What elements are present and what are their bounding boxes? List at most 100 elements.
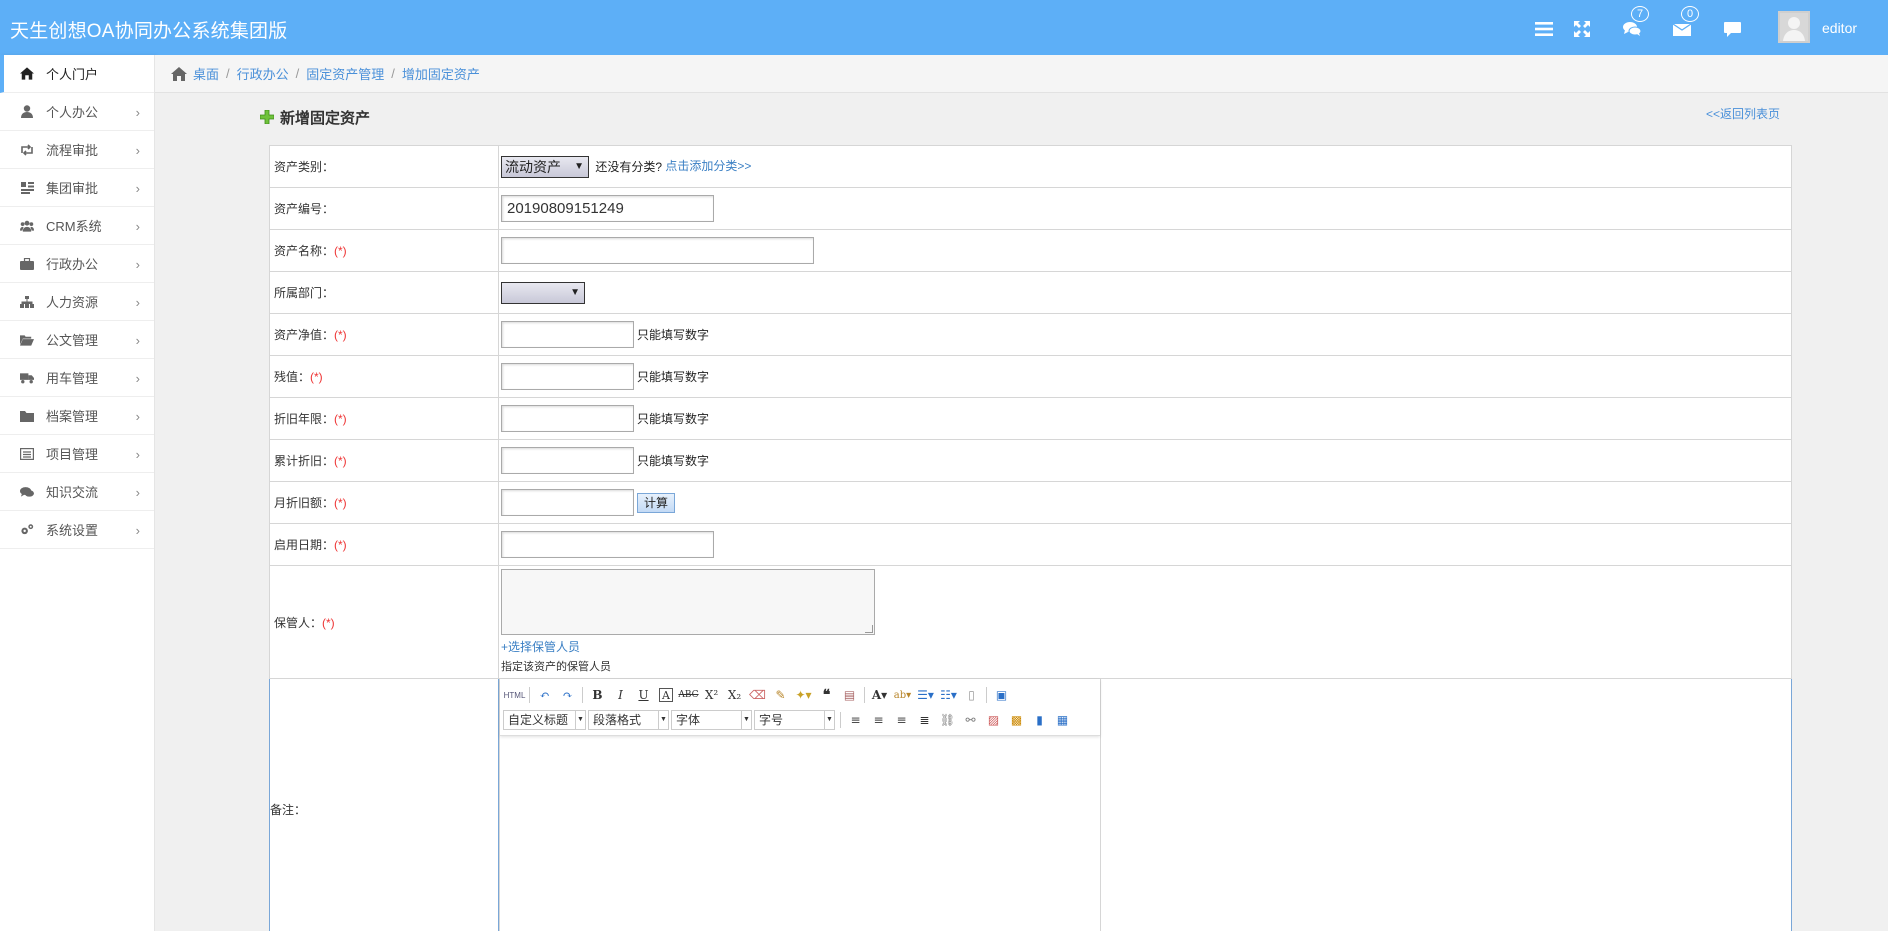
breadcrumb-desktop[interactable]: 桌面 — [193, 64, 219, 83]
font-border-icon[interactable]: A — [659, 688, 673, 702]
new-document-icon[interactable]: ▯ — [960, 685, 983, 705]
breadcrumb-fixed-assets[interactable]: 固定资产管理 — [306, 64, 384, 83]
sidebar-item-13[interactable]: 系统设置 › — [0, 511, 154, 549]
bold-icon[interactable]: B — [586, 685, 609, 705]
unlink-icon[interactable]: ⚯ — [959, 710, 982, 730]
strikethrough-icon[interactable]: ABC — [677, 685, 700, 705]
html-source-icon[interactable]: HTML — [503, 685, 526, 705]
unordered-list-icon[interactable]: ☷▾ — [937, 685, 960, 705]
truck-icon — [20, 371, 34, 385]
back-to-list-link[interactable]: <<返回列表页 — [1706, 105, 1780, 122]
sidebar-item-8[interactable]: 公文管理 › — [0, 321, 154, 359]
form-row-category: 资产类别： 流动资产 ▼ 还没有分类? 点击添加分类>> — [269, 145, 1792, 188]
rich-text-editor[interactable]: HTML ↶ ↷ B I U A ABC X² X₂ ⌫ ✎ ✦▾ ❝ ▤ A▾… — [499, 679, 1101, 931]
keeper-textarea[interactable] — [501, 569, 875, 635]
highlight-color-icon[interactable]: ab▾ — [891, 685, 914, 705]
dep-years-hint: 只能填写数字 — [637, 412, 710, 426]
home-icon — [20, 67, 34, 81]
chevron-right-icon: › — [135, 181, 140, 196]
residual-hint: 只能填写数字 — [637, 370, 710, 384]
home-icon[interactable] — [171, 66, 187, 81]
font-color-icon[interactable]: A▾ — [868, 685, 891, 705]
chevron-right-icon: › — [135, 295, 140, 310]
list-alt-icon — [20, 447, 34, 461]
align-right-icon[interactable]: ≡ — [890, 710, 913, 730]
undo-icon[interactable]: ↶ — [533, 685, 556, 705]
paragraph-format-select[interactable]: 段落格式 ▼ — [588, 710, 669, 730]
underline-icon[interactable]: U — [632, 685, 655, 705]
subscript-icon[interactable]: X₂ — [723, 685, 746, 705]
paste-text-icon[interactable]: ▤ — [838, 685, 861, 705]
breadcrumb-admin-office[interactable]: 行政办公 — [237, 64, 289, 83]
messages-icon[interactable]: 7 — [1621, 6, 1649, 40]
category-label: 资产类别： — [269, 145, 499, 188]
app-title: 天生创想OA协同办公系统集团版 — [10, 21, 288, 42]
mail-icon[interactable]: 0 — [1671, 6, 1699, 40]
menu-toggle-icon[interactable] — [1533, 18, 1555, 40]
sidebar-item-label: 流程审批 — [46, 143, 99, 158]
breadcrumb-add-asset[interactable]: 增加固定资产 — [402, 64, 480, 83]
username[interactable]: editor — [1822, 20, 1857, 36]
chat-icon[interactable] — [1721, 18, 1743, 40]
video-icon[interactable]: ▮ — [1028, 710, 1051, 730]
custom-heading-select[interactable]: 自定义标题 ▼ — [503, 710, 586, 730]
sidebar-item-3[interactable]: 流程审批 › — [0, 131, 154, 169]
asset-name-input[interactable] — [501, 237, 814, 264]
department-select[interactable]: ▼ — [501, 281, 585, 304]
acc-dep-input[interactable] — [501, 447, 634, 474]
align-center-icon[interactable]: ≡ — [867, 710, 890, 730]
calculate-button[interactable]: 计算 — [637, 492, 676, 513]
acc-dep-hint: 只能填写数字 — [637, 454, 710, 468]
sidebar-item-10[interactable]: 档案管理 › — [0, 397, 154, 435]
keeper-label: 保管人：(*) — [269, 565, 499, 679]
align-justify-icon[interactable]: ≣ — [913, 710, 936, 730]
start-date-input[interactable] — [501, 531, 714, 558]
table-icon[interactable]: ▦ — [1051, 710, 1074, 730]
font-size-select[interactable]: 字号 ▼ — [754, 710, 835, 730]
sidebar-item-4[interactable]: 集团审批 › — [0, 169, 154, 207]
add-category-link[interactable]: 点击添加分类>> — [665, 159, 751, 173]
residual-input[interactable] — [501, 363, 634, 390]
asset-no-input[interactable]: 20190809151249 — [501, 195, 714, 222]
sidebar-item-7[interactable]: 人力资源 › — [0, 283, 154, 321]
font-family-select[interactable]: 字体 ▼ — [671, 710, 752, 730]
italic-icon[interactable]: I — [609, 685, 632, 705]
eraser-icon[interactable]: ⌫ — [746, 685, 769, 705]
monthly-dep-input[interactable] — [501, 489, 634, 516]
sidebar-item-11[interactable]: 项目管理 › — [0, 435, 154, 473]
plus-icon — [259, 109, 275, 128]
start-date-label: 启用日期：(*) — [269, 523, 499, 566]
ordered-list-icon[interactable]: ☰▾ — [914, 685, 937, 705]
sidebar-item-9[interactable]: 用车管理 › — [0, 359, 154, 397]
sidebar-item-12[interactable]: 知识交流 › — [0, 473, 154, 511]
chevron-right-icon: › — [135, 371, 140, 386]
dep-years-label: 折旧年限：(*) — [269, 397, 499, 440]
form-row-asset-name: 资产名称：(*) — [269, 229, 1792, 272]
align-left-icon[interactable]: ≡ — [844, 710, 867, 730]
fullscreen-icon[interactable] — [1571, 18, 1593, 40]
resize-grip-icon[interactable] — [865, 625, 873, 633]
image-icon[interactable]: ▨ — [982, 710, 1005, 730]
multi-image-icon[interactable]: ▩ — [1005, 710, 1028, 730]
dashboard-icon — [20, 181, 34, 195]
asset-no-label: 资产编号： — [269, 187, 499, 230]
preview-icon[interactable]: ▣ — [990, 685, 1013, 705]
superscript-icon[interactable]: X² — [700, 685, 723, 705]
panel-title: 新增固定资产 — [259, 106, 370, 128]
sidebar-item-label: 行政办公 — [46, 257, 99, 272]
redo-icon[interactable]: ↷ — [556, 685, 579, 705]
format-brush-icon[interactable]: ✎ — [769, 685, 792, 705]
sidebar-item-5[interactable]: CRM系统 › — [0, 207, 154, 245]
select-keeper-link[interactable]: +选择保管人员 — [501, 640, 580, 654]
sidebar-item-1[interactable]: 个人门户 — [0, 55, 154, 93]
blockquote-icon[interactable]: ❝ — [815, 685, 838, 705]
avatar[interactable] — [1778, 11, 1810, 43]
auto-format-icon[interactable]: ✦▾ — [792, 685, 815, 705]
net-value-input[interactable] — [501, 321, 634, 348]
top-bar: 天生创想OA协同办公系统集团版 7 0 editor — [0, 0, 1888, 55]
category-select[interactable]: 流动资产 ▼ — [501, 155, 589, 178]
link-icon[interactable]: ⛓ — [936, 710, 959, 730]
sidebar-item-2[interactable]: 个人办公 › — [0, 93, 154, 131]
dep-years-input[interactable] — [501, 405, 634, 432]
sidebar-item-6[interactable]: 行政办公 › — [0, 245, 154, 283]
